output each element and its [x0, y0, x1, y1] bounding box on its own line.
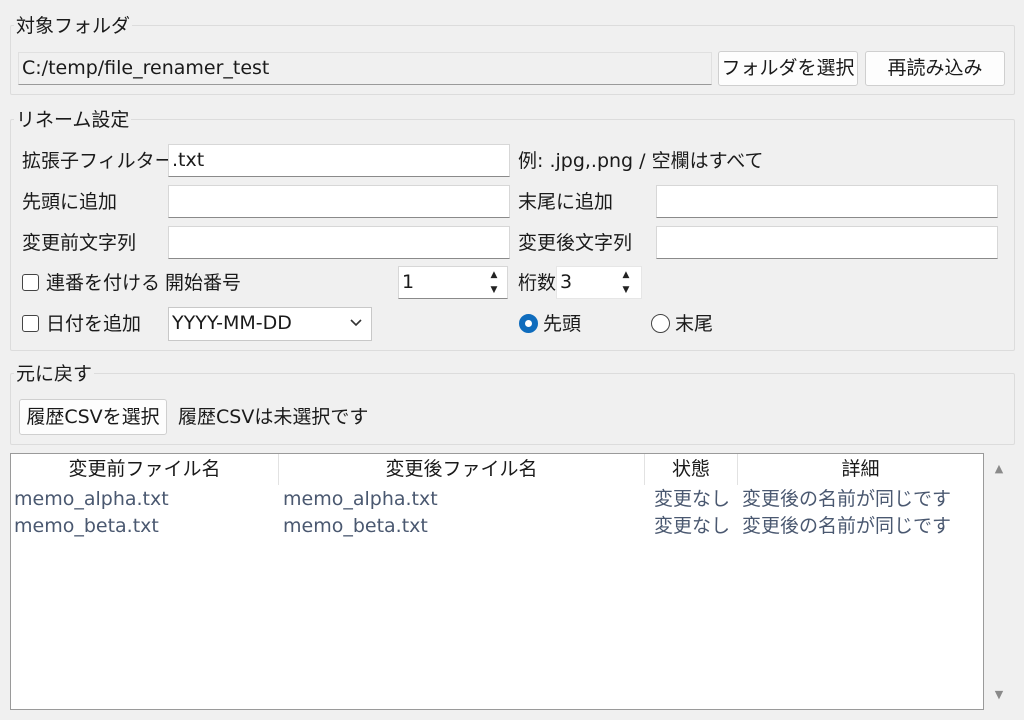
add-date-checkbox[interactable] — [22, 315, 39, 332]
row-before-name: memo_alpha.txt — [14, 488, 169, 510]
after-string-input[interactable] — [656, 226, 998, 259]
date-format-value: YYYY-MM-DD — [172, 312, 292, 334]
column-header-status[interactable]: 状態 — [645, 454, 738, 485]
before-string-input[interactable] — [168, 226, 510, 259]
suffix-label: 末尾に追加 — [518, 191, 614, 213]
row-after-name: memo_beta.txt — [283, 515, 428, 537]
chevron-down-icon[interactable] — [349, 318, 363, 328]
row-before-name: memo_beta.txt — [14, 515, 159, 537]
start-number-label: 開始番号 — [165, 272, 242, 294]
position-tail-label[interactable]: 末尾 — [675, 310, 713, 338]
position-head-label[interactable]: 先頭 — [543, 310, 581, 338]
column-header-before[interactable]: 変更前ファイル名 — [11, 454, 279, 485]
row-status: 変更なし — [654, 488, 731, 510]
start-number-up-icon[interactable]: ▲ — [481, 268, 507, 282]
position-tail-radio[interactable] — [651, 314, 670, 333]
digits-down-icon[interactable]: ▼ — [613, 283, 639, 297]
digits-label: 桁数 — [518, 272, 557, 294]
column-header-detail[interactable]: 詳細 — [738, 454, 983, 485]
column-header-after[interactable]: 変更後ファイル名 — [279, 454, 645, 485]
history-csv-status: 履歴CSVは未選択です — [178, 406, 369, 428]
undo-legend: 元に戻す — [14, 362, 95, 386]
row-after-name: memo_alpha.txt — [283, 488, 438, 510]
start-number-down-icon[interactable]: ▼ — [481, 283, 507, 297]
folder-path-field[interactable]: C:/temp/file_renamer_test — [18, 52, 712, 85]
prefix-input[interactable] — [168, 185, 510, 218]
table-row[interactable]: memo_beta.txt memo_beta.txt 変更なし 変更後の名前が… — [11, 513, 983, 540]
ext-filter-hint: 例: .jpg,.png / 空欄はすべて — [518, 150, 764, 172]
after-string-label: 変更後文字列 — [518, 232, 633, 254]
digits-value: 3 — [560, 271, 573, 293]
before-string-label: 変更前文字列 — [22, 232, 137, 254]
add-date-label[interactable]: 日付を追加 — [46, 310, 141, 338]
select-history-csv-button[interactable]: 履歴CSVを選択 — [19, 399, 167, 435]
serial-number-checkbox[interactable] — [22, 274, 39, 291]
digits-up-icon[interactable]: ▲ — [613, 268, 639, 282]
suffix-input[interactable] — [656, 185, 998, 218]
row-detail: 変更後の名前が同じです — [742, 488, 952, 510]
scroll-up-arrow-icon[interactable]: ▲ — [992, 462, 1006, 475]
scroll-down-arrow-icon[interactable]: ▼ — [992, 688, 1006, 701]
date-format-select[interactable]: YYYY-MM-DD — [168, 307, 372, 341]
file-list-table[interactable]: 変更前ファイル名 変更後ファイル名 状態 詳細 memo_alpha.txt m… — [10, 453, 984, 710]
start-number-value: 1 — [402, 271, 415, 293]
target-folder-legend: 対象フォルダ — [14, 14, 133, 38]
select-folder-button[interactable]: フォルダを選択 — [718, 51, 858, 86]
reload-button[interactable]: 再読み込み — [865, 51, 1005, 86]
position-head-radio[interactable] — [519, 314, 538, 333]
row-status: 変更なし — [654, 515, 731, 537]
prefix-label: 先頭に追加 — [22, 191, 118, 213]
ext-filter-input[interactable]: .txt — [168, 144, 510, 177]
ext-filter-label: 拡張子フィルター — [22, 150, 174, 172]
row-detail: 変更後の名前が同じです — [742, 515, 952, 537]
rename-settings-legend: リネーム設定 — [14, 108, 132, 132]
serial-number-label[interactable]: 連番を付ける — [46, 269, 160, 297]
table-row[interactable]: memo_alpha.txt memo_alpha.txt 変更なし 変更後の名… — [11, 486, 983, 513]
